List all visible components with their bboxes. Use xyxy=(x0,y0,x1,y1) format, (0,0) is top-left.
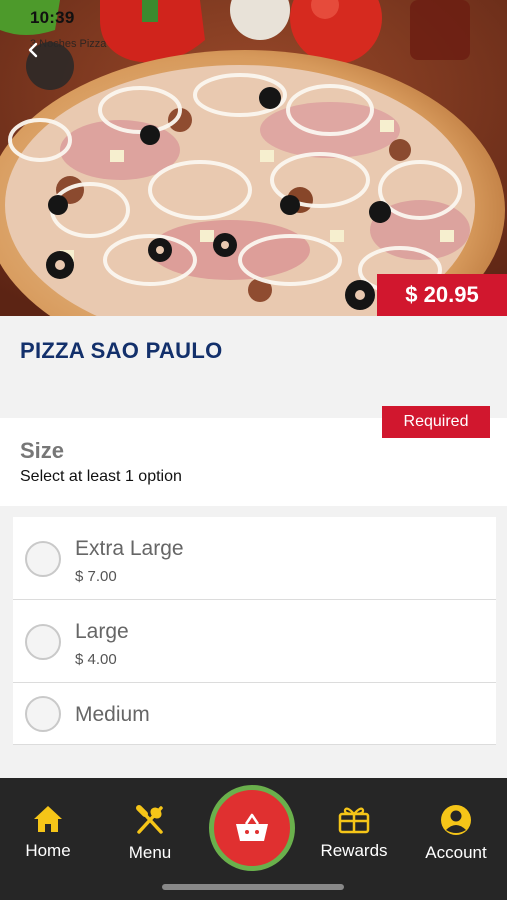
required-badge: Required xyxy=(382,406,490,438)
fork-knife-icon xyxy=(136,805,163,834)
option-price: $ 7.00 xyxy=(75,568,117,585)
tab-label: Menu xyxy=(128,843,172,862)
tab-account[interactable]: Account xyxy=(408,804,504,863)
pizza-photo: 10:39 3 Noches Pizza $ 20.95 xyxy=(0,0,507,316)
size-options-list: Extra Large $ 7.00 Large $ 4.00 Medium xyxy=(13,517,496,745)
basket-icon xyxy=(236,813,268,841)
option-price: $ 4.00 xyxy=(75,651,117,668)
option-extra-large[interactable]: Extra Large $ 7.00 xyxy=(13,517,496,600)
section-subtitle: Select at least 1 option xyxy=(20,468,182,485)
tab-label: Account xyxy=(425,843,487,862)
tab-label: Home xyxy=(25,841,71,860)
option-name: Large xyxy=(75,620,129,643)
back-button[interactable] xyxy=(26,42,74,90)
radio-button[interactable] xyxy=(25,541,61,577)
tab-label: Rewards xyxy=(320,841,388,860)
option-large[interactable]: Large $ 4.00 xyxy=(13,600,496,683)
status-time: 10:39 xyxy=(30,8,75,27)
price-badge: $ 20.95 xyxy=(377,274,507,316)
tab-menu[interactable]: Menu xyxy=(102,804,198,863)
chevron-left-icon xyxy=(28,42,38,58)
home-icon xyxy=(34,806,62,832)
option-medium[interactable]: Medium xyxy=(13,683,496,745)
option-name: Extra Large xyxy=(75,537,184,560)
product-header: PIZZA SAO PAULO xyxy=(0,316,507,418)
account-icon xyxy=(441,805,471,835)
radio-button[interactable] xyxy=(25,624,61,660)
cart-button[interactable] xyxy=(209,785,295,871)
section-title: Size xyxy=(20,438,65,463)
radio-button[interactable] xyxy=(25,696,61,732)
option-name: Medium xyxy=(75,703,150,726)
tab-rewards[interactable]: Rewards xyxy=(306,804,402,861)
gift-icon xyxy=(338,807,370,834)
tab-home[interactable]: Home xyxy=(0,804,96,861)
home-indicator xyxy=(162,884,344,890)
product-title: PIZZA SAO PAULO xyxy=(20,338,223,363)
